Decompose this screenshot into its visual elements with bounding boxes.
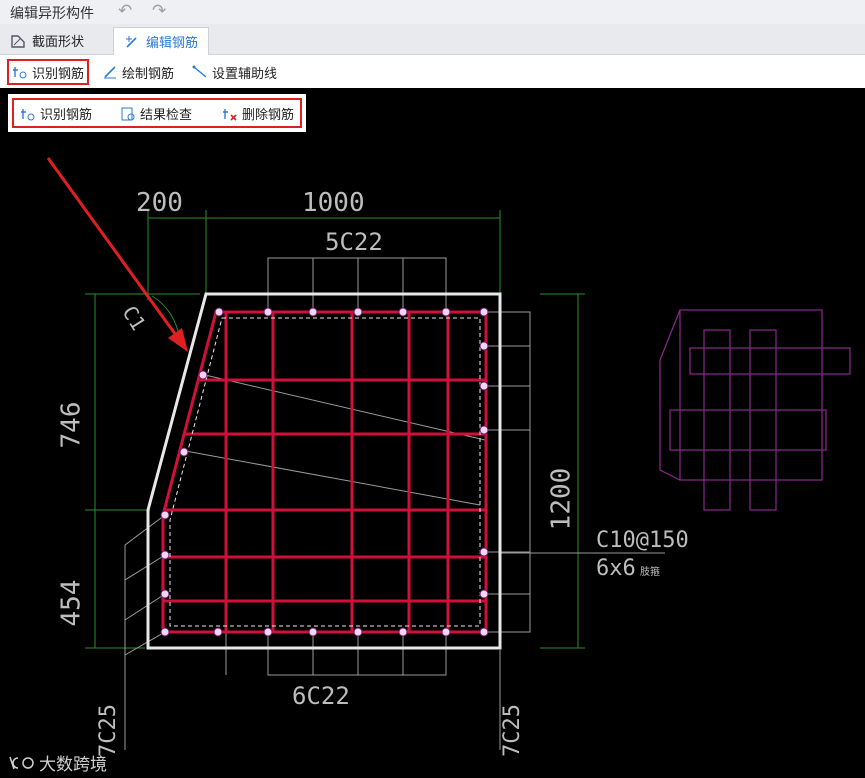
- delete-rebar-button[interactable]: 删除钢筋: [222, 104, 294, 123]
- title-bar: 编辑异形构件 ↶ ↷: [0, 0, 865, 24]
- draw-rebar-button[interactable]: 绘制钢筋: [102, 60, 174, 84]
- draw-rebar-label: 绘制钢筋: [122, 66, 175, 82]
- dimension-lines: [85, 210, 585, 649]
- tab-bar: 截面形状 编辑钢筋: [0, 24, 865, 55]
- rebar-bottom-label: 6C22: [292, 682, 350, 710]
- dim-top: 1000: [302, 188, 365, 218]
- check-icon: [121, 107, 135, 120]
- dim-left-lower: 454: [56, 579, 87, 627]
- pen-icon: [104, 66, 116, 79]
- redo-icon[interactable]: ↷: [152, 1, 166, 21]
- popup-identify-label: 识别钢筋: [40, 108, 93, 123]
- tab-section-shape-label: 截面形状: [32, 35, 85, 50]
- tab-edit-rebar[interactable]: 编辑钢筋: [113, 27, 210, 55]
- toolbar: 识别钢筋 绘制钢筋 设置辅助线: [0, 55, 865, 88]
- aux-line-icon: [192, 65, 207, 78]
- set-aux-line-label: 设置辅助线: [212, 66, 278, 82]
- inner-dashed-line: [169, 317, 481, 627]
- rebar-points: [160, 307, 489, 637]
- identify-rebar-icon: [21, 108, 35, 120]
- dim-left-upper: 746: [56, 401, 87, 449]
- section-shape-icon: [11, 34, 25, 48]
- stirrup-legs: 6x6: [596, 556, 636, 581]
- watermark-logo-icon: [9, 756, 34, 769]
- stirrup-spec: C10@150: [596, 528, 689, 553]
- tab-edit-rebar-label: 编辑钢筋: [146, 36, 199, 51]
- popup-identify-button[interactable]: 识别钢筋: [20, 104, 92, 123]
- identify-rebar-label: 识别钢筋: [32, 66, 85, 82]
- result-check-label: 结果检查: [140, 108, 193, 123]
- undo-icon[interactable]: ↶: [118, 1, 132, 21]
- delete-rebar-label: 删除钢筋: [242, 108, 295, 123]
- set-aux-line-button[interactable]: 设置辅助线: [192, 60, 277, 84]
- rebar-top-label: 5C22: [325, 228, 383, 256]
- window-title: 编辑异形构件: [10, 6, 94, 22]
- section-drawing: [46, 157, 851, 750]
- watermark-text: 大数跨境: [39, 755, 107, 775]
- watermark: 大数跨境: [8, 750, 107, 775]
- rebar-subtoolbar: 识别钢筋 结果检查 删除钢筋: [8, 94, 306, 132]
- identify-rebar-icon: [13, 67, 27, 79]
- aux-structure: [659, 309, 851, 511]
- tab-section-shape[interactable]: 截面形状: [0, 27, 94, 54]
- dim-right: 1200: [546, 467, 577, 531]
- stirrup-note: 肢箍: [640, 567, 660, 578]
- leader-lines: [124, 257, 665, 750]
- rebar-grid: [161, 310, 488, 634]
- dim-top-left: 200: [136, 188, 183, 218]
- edit-rebar-icon: [126, 35, 137, 48]
- result-check-button[interactable]: 结果检查: [120, 104, 192, 123]
- identify-rebar-button[interactable]: 识别钢筋: [7, 59, 90, 85]
- rebar-right-label: 7C25: [499, 704, 525, 757]
- delete-rebar-icon: [223, 108, 237, 121]
